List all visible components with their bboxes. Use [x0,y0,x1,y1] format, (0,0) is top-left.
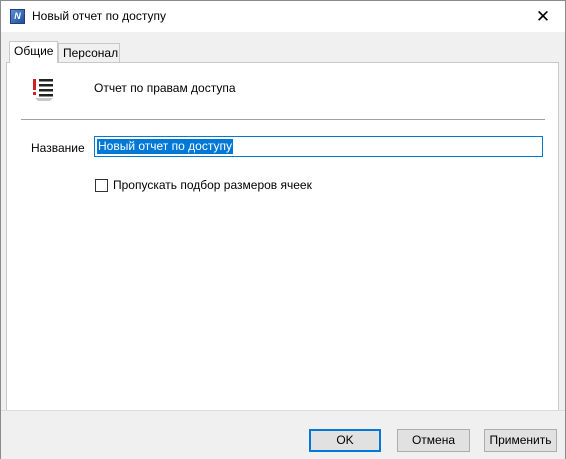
button-bar: OK Отмена Применить [1,410,565,459]
report-type-label: Отчет по правам доступа [94,81,236,95]
tab-personnel-label: Персонал [63,46,119,60]
skip-autosize-checkbox[interactable] [95,179,108,192]
skip-autosize-label[interactable]: Пропускать подбор размеров ячеек [113,178,312,192]
apply-button[interactable]: Применить [484,429,557,452]
title-bar[interactable]: N Новый отчет по доступу ✕ [1,1,565,32]
window-title: Новый отчет по доступу [32,9,166,23]
ok-button[interactable]: OK [309,429,381,452]
general-tab-panel: Отчет по правам доступа Название Новый о… [6,62,559,438]
app-icon: N [10,9,25,24]
name-label: Название [31,141,85,155]
dialog-window: N Новый отчет по доступу ✕ Общие Персона… [0,0,566,459]
close-button[interactable]: ✕ [521,1,565,32]
cancel-button[interactable]: Отмена [397,429,470,452]
report-name-input[interactable]: Новый отчет по доступу [94,136,543,157]
tab-personnel[interactable]: Персонал [58,43,120,63]
tab-general-label: Общие [14,44,54,58]
tab-general[interactable]: Общие [9,41,58,63]
close-icon: ✕ [535,7,551,26]
report-name-value: Новый отчет по доступу [97,139,233,154]
list-report-icon [33,79,53,101]
separator [21,119,545,120]
dialog-client: Общие Персонал Отчет по правам доступа Н… [1,32,565,458]
